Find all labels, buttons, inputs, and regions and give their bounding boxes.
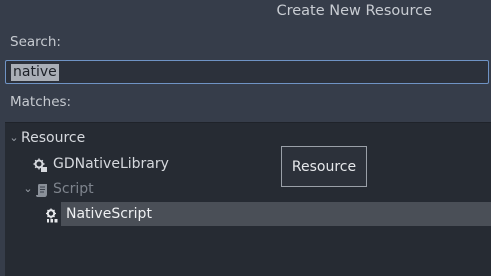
tree-item-resource[interactable]: ⌄ Resource	[5, 126, 491, 150]
script-icon	[35, 182, 50, 197]
gdnative-library-icon	[33, 157, 48, 172]
search-input-container[interactable]: native	[5, 60, 489, 84]
nativescript-icon	[45, 207, 60, 223]
tooltip: Resource	[281, 146, 367, 187]
tree-item-label: Resource	[21, 130, 86, 146]
tree-item-script[interactable]: ⌄ Script	[5, 177, 491, 201]
tree-item-label: GDNativeLibrary	[53, 156, 169, 172]
tree-item-label: NativeScript	[66, 206, 152, 222]
tree-item-gdnativelibrary[interactable]: GDNativeLibrary	[5, 152, 491, 176]
tree-item-nativescript[interactable]: NativeScript	[46, 202, 491, 226]
tooltip-text: Resource	[291, 158, 357, 175]
search-label: Search:	[10, 34, 61, 50]
chevron-down-icon[interactable]: ⌄	[23, 177, 33, 201]
search-input[interactable]	[6, 61, 488, 83]
matches-tree[interactable]: ⌄ Resource GDNativeLibrary ⌄ Script Nati…	[5, 122, 491, 276]
tree-item-label: Script	[53, 181, 94, 197]
dialog-title: Create New Resource	[276, 3, 432, 19]
chevron-down-icon[interactable]: ⌄	[9, 126, 19, 150]
matches-label: Matches:	[10, 94, 72, 110]
